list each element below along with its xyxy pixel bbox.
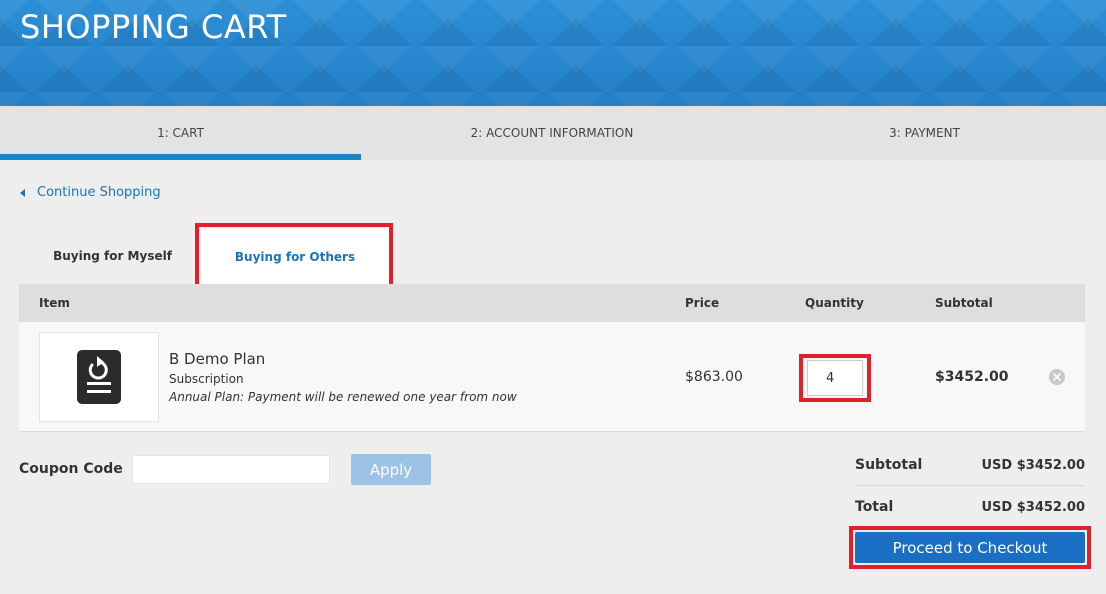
step-payment: 3: PAYMENT: [889, 126, 960, 140]
continue-shopping-label: Continue Shopping: [37, 185, 161, 200]
column-header-quantity: Quantity: [805, 296, 864, 310]
item-price: $863.00: [685, 369, 743, 385]
item-name: B Demo Plan: [169, 350, 266, 368]
summary-subtotal-label: Subtotal: [855, 457, 923, 473]
coupon-code-input[interactable]: [132, 455, 330, 484]
table-row: B Demo Plan Subscription Annual Plan: Pa…: [19, 322, 1085, 432]
page-title: SHOPPING CART: [20, 8, 287, 46]
summary-total-value: USD $3452.00: [981, 500, 1086, 515]
page-header: SHOPPING CART: [0, 0, 1106, 106]
item-type: Subscription: [169, 372, 244, 386]
product-thumbnail: [39, 332, 159, 422]
step-account-information: 2: ACCOUNT INFORMATION: [470, 126, 634, 140]
coupon-code-label: Coupon Code: [19, 461, 123, 477]
cart-table-header: Item Price Quantity Subtotal: [19, 284, 1085, 322]
item-renewal-note: Annual Plan: Payment will be renewed one…: [169, 390, 517, 404]
column-header-price: Price: [685, 296, 720, 310]
tab-buying-for-myself[interactable]: Buying for Myself: [40, 238, 185, 274]
column-header-item: Item: [39, 296, 70, 310]
tab-buying-for-others[interactable]: Buying for Others: [201, 228, 389, 286]
quantity-input[interactable]: [807, 360, 863, 396]
caret-left-icon: [20, 188, 25, 197]
close-icon: [1053, 373, 1061, 381]
summary-total-label: Total: [855, 499, 894, 515]
step-progress-bar: [0, 154, 361, 160]
remove-item-button[interactable]: [1049, 369, 1065, 385]
step-cart: 1: CART: [157, 126, 204, 140]
column-header-subtotal: Subtotal: [935, 296, 993, 310]
summary-subtotal-value: USD $3452.00: [981, 458, 1086, 473]
item-subtotal: $3452.00: [935, 369, 1009, 385]
apply-coupon-button[interactable]: Apply: [351, 454, 431, 485]
continue-shopping-link[interactable]: Continue Shopping: [20, 185, 161, 200]
checkout-steps: 1: CART 2: ACCOUNT INFORMATION 3: PAYMEN…: [0, 106, 1106, 160]
renew-document-icon: [77, 350, 121, 404]
summary-divider: [855, 485, 1085, 486]
proceed-to-checkout-button[interactable]: Proceed to Checkout: [855, 532, 1085, 563]
